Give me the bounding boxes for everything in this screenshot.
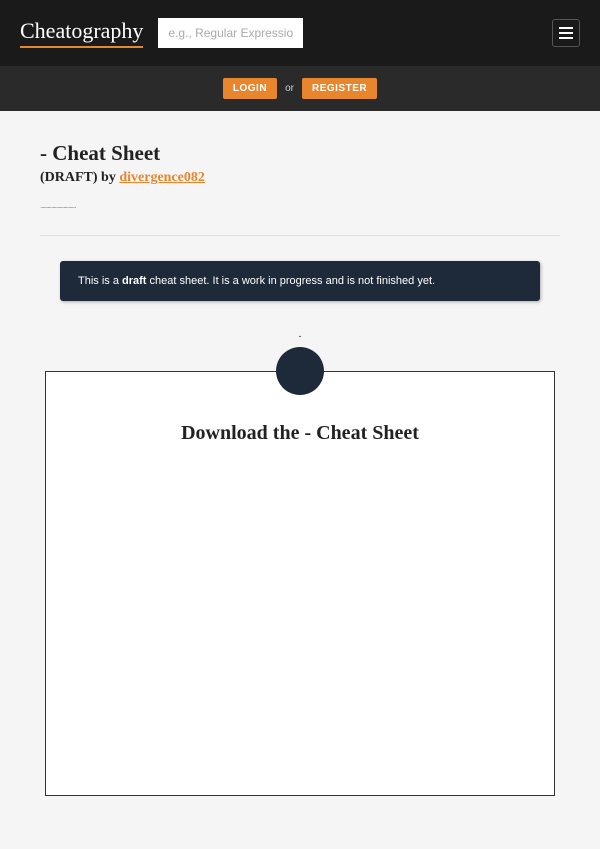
login-button[interactable]: LOGIN [223,78,277,99]
draft-prefix: (DRAFT) by [40,170,119,185]
download-box: Download the - Cheat Sheet [45,371,555,796]
draft-notice: This is a draft cheat sheet. It is a wor… [60,261,540,301]
download-section: Download the - Cheat Sheet [45,371,555,796]
search-input[interactable] [158,18,303,48]
site-logo[interactable]: Cheatography [20,18,143,48]
notice-bold: draft [122,275,146,287]
divider [40,235,560,236]
author-link[interactable]: divergence082 [119,170,205,185]
download-title: Download the - Cheat Sheet [66,422,534,445]
main-content: - Cheat Sheet (DRAFT) by divergence082 .… [0,111,600,826]
notice-prefix: This is a [78,275,122,287]
mini-mark: - [40,331,560,341]
page-title: - Cheat Sheet [40,141,560,166]
notice-suffix: cheat sheet. It is a work in progress an… [146,275,435,287]
menu-icon[interactable] [552,19,580,47]
header: Cheatography [0,0,600,66]
or-text: or [285,83,294,94]
separator-dots: ............................. [40,201,560,210]
register-button[interactable]: REGISTER [302,78,377,99]
auth-bar: LOGIN or REGISTER [0,66,600,111]
page-subtitle: (DRAFT) by divergence082 [40,170,560,186]
circle-icon [276,347,324,395]
